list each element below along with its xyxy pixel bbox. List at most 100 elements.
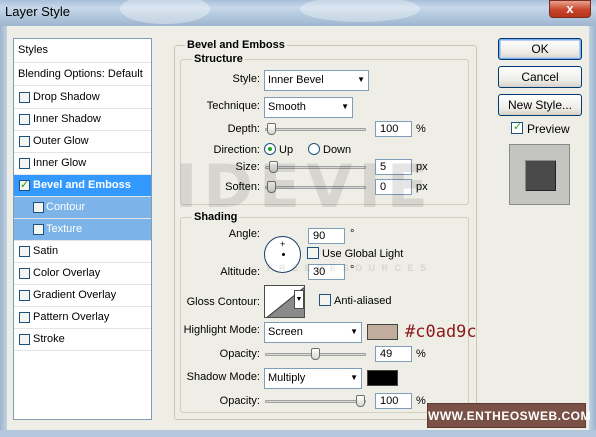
depth-slider-track[interactable] <box>265 128 366 131</box>
watermark-subtitle: F R E E R E S O U R C E S <box>267 263 429 273</box>
chevron-down-icon: ▼ <box>350 327 358 336</box>
angle-value: 90 <box>313 230 326 242</box>
gradient-overlay-checkbox[interactable] <box>19 290 30 301</box>
shadow-opacity-value: 100 <box>380 395 399 407</box>
anti-aliased-label: Anti-aliased <box>334 295 392 307</box>
style-item-label: Contour <box>46 201 86 213</box>
inner-glow-checkbox[interactable] <box>19 158 30 169</box>
inner-shadow-checkbox[interactable] <box>19 114 30 125</box>
blending-options-item[interactable]: Blending Options: Default <box>14 63 151 86</box>
preview-shape <box>525 160 556 191</box>
highlight-color-annotation: #c0ad9c <box>405 322 477 342</box>
style-item-contour[interactable]: Contour <box>14 197 151 219</box>
shadow-mode-select[interactable]: Multiply ▼ <box>264 368 362 389</box>
depth-input[interactable]: 100 <box>375 121 412 137</box>
highlight-opacity-label: Opacity: <box>219 348 260 360</box>
preview-thumbnail <box>509 144 570 205</box>
depth-value: 100 <box>380 123 399 135</box>
window-frame-right <box>589 26 596 437</box>
blending-options-label: Blending Options: Default <box>18 68 143 80</box>
window-frame-left <box>0 26 7 437</box>
title-bar-texture <box>300 0 420 22</box>
use-global-light-checkbox[interactable] <box>307 247 319 259</box>
style-item-label: Bevel and Emboss <box>33 179 131 191</box>
highlight-opacity-value: 49 <box>380 348 393 360</box>
depth-unit: % <box>416 123 426 135</box>
shading-title: Shading <box>192 211 240 223</box>
title-bar-texture <box>120 0 210 24</box>
structure-title: Structure <box>192 53 245 65</box>
technique-select[interactable]: Smooth ▼ <box>264 97 353 118</box>
shadow-opacity-label: Opacity: <box>219 395 260 407</box>
highlight-mode-value: Screen <box>268 326 303 338</box>
highlight-mode-select[interactable]: Screen ▼ <box>264 322 362 343</box>
altitude-label: Altitude: <box>220 266 260 278</box>
styles-header[interactable]: Styles <box>14 39 151 63</box>
style-item-satin[interactable]: Satin <box>14 241 151 263</box>
style-label: Style: <box>232 73 260 85</box>
shadow-color-swatch[interactable] <box>367 370 398 386</box>
bevel-emboss-title: Bevel and Emboss <box>185 39 287 51</box>
contour-checkbox[interactable] <box>33 202 44 213</box>
pattern-overlay-checkbox[interactable] <box>19 312 30 323</box>
preview-checkbox[interactable]: ✓ <box>511 121 523 134</box>
anti-aliased-checkbox[interactable] <box>319 294 331 306</box>
highlight-opacity-input[interactable]: 49 <box>375 346 412 362</box>
close-icon: x <box>566 1 574 16</box>
angle-unit: ° <box>350 228 355 240</box>
style-item-label: Texture <box>46 223 83 235</box>
chevron-down-icon: ▼ <box>357 75 365 84</box>
shadow-mode-value: Multiply <box>268 372 306 384</box>
technique-select-value: Smooth <box>268 101 306 113</box>
checkmark-icon: ✓ <box>513 121 523 133</box>
cancel-button[interactable]: Cancel <box>498 66 582 88</box>
color-overlay-checkbox[interactable] <box>19 268 30 279</box>
depth-slider-thumb[interactable] <box>267 123 276 135</box>
new-style-button[interactable]: New Style... <box>498 94 582 116</box>
shadow-opacity-track[interactable] <box>265 400 366 403</box>
crosshair-icon: + <box>280 239 286 249</box>
style-item-inner-glow[interactable]: Inner Glow <box>14 153 151 175</box>
style-item-bevel-and-emboss[interactable]: Bevel and Emboss <box>14 175 151 197</box>
style-item-stroke[interactable]: Stroke <box>14 329 151 351</box>
angle-label: Angle: <box>228 228 260 240</box>
highlight-opacity-unit: % <box>416 348 426 360</box>
style-item-label: Color Overlay <box>33 267 101 279</box>
style-select[interactable]: Inner Bevel ▼ <box>264 70 369 91</box>
chevron-down-icon: ▼ <box>295 296 303 303</box>
shadow-opacity-input[interactable]: 100 <box>375 393 412 409</box>
style-item-inner-shadow[interactable]: Inner Shadow <box>14 109 151 131</box>
technique-label: Technique: <box>206 100 260 112</box>
ok-button[interactable]: OK <box>498 38 582 60</box>
styles-header-label: Styles <box>18 44 48 56</box>
shadow-opacity-thumb[interactable] <box>356 395 365 407</box>
style-item-pattern-overlay[interactable]: Pattern Overlay <box>14 307 151 329</box>
depth-label: Depth: <box>227 123 260 135</box>
style-item-label: Satin <box>33 245 59 257</box>
gloss-contour-dropdown[interactable]: ▼ <box>294 290 304 309</box>
style-item-label: Inner Shadow <box>33 113 101 125</box>
outer-glow-checkbox[interactable] <box>19 136 30 147</box>
style-item-texture[interactable]: Texture <box>14 219 151 241</box>
bevel-and-emboss-checkbox[interactable] <box>19 178 30 191</box>
style-item-drop-shadow[interactable]: Drop Shadow <box>14 87 151 109</box>
style-select-value: Inner Bevel <box>268 74 324 86</box>
style-item-outer-glow[interactable]: Outer Glow <box>14 131 151 153</box>
satin-checkbox[interactable] <box>19 246 30 257</box>
highlight-opacity-thumb[interactable] <box>310 348 320 360</box>
angle-input[interactable]: 90 <box>308 228 345 244</box>
preview-label: Preview <box>527 122 570 136</box>
title-bar[interactable]: Layer Style x <box>0 0 596 26</box>
stroke-checkbox[interactable] <box>19 334 30 345</box>
highlight-color-swatch[interactable] <box>367 324 398 340</box>
style-item-label: Stroke <box>33 333 65 345</box>
style-item-color-overlay[interactable]: Color Overlay <box>14 263 151 285</box>
texture-checkbox[interactable] <box>33 224 44 235</box>
angle-center-dot <box>282 253 285 256</box>
style-item-label: Inner Glow <box>33 157 87 169</box>
close-button[interactable]: x <box>549 0 591 18</box>
style-item-gradient-overlay[interactable]: Gradient Overlay <box>14 285 151 307</box>
drop-shadow-checkbox[interactable] <box>19 92 30 103</box>
style-item-label: Pattern Overlay <box>33 311 110 323</box>
site-banner: WWW.ENTHEOSWEB.COM <box>427 403 590 428</box>
